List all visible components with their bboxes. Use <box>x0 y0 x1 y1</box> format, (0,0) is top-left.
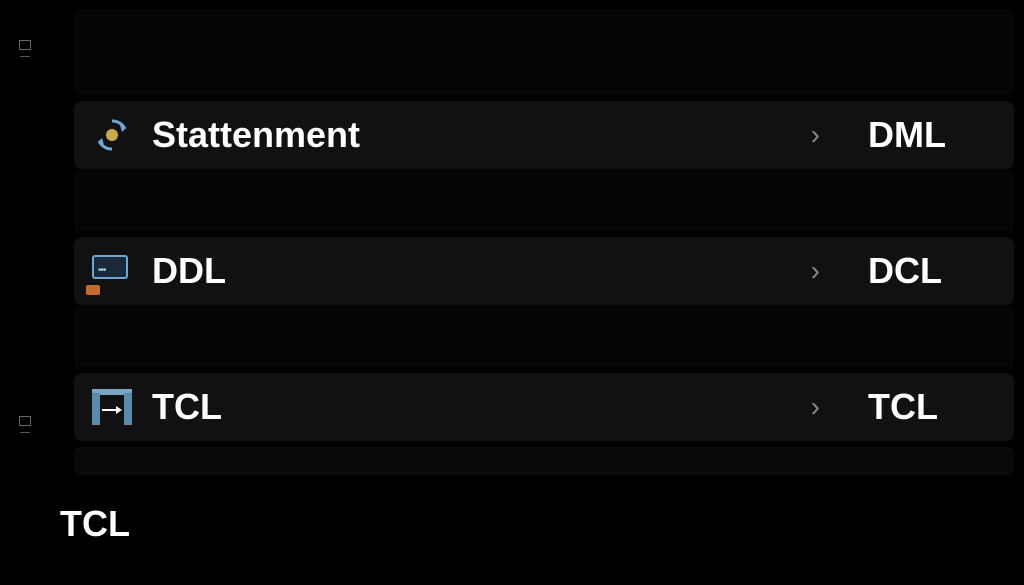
spacer-top <box>74 10 1014 95</box>
row-label: TCL <box>152 386 811 428</box>
gate-icon <box>90 385 134 429</box>
row-value: TCL <box>868 386 998 428</box>
rail-tick <box>20 432 30 433</box>
terminal-icon: ••• <box>90 249 134 293</box>
rail-marker <box>19 40 31 50</box>
row-label: DDL <box>152 250 811 292</box>
rail-marker <box>19 416 31 426</box>
spacer <box>74 305 1014 367</box>
row-statement[interactable]: Stattenment › DML <box>74 101 1014 169</box>
row-label: Stattenment <box>152 114 811 156</box>
row-value: DCL <box>868 250 998 292</box>
chevron-right-icon: › <box>811 391 820 423</box>
spacer <box>74 169 1014 231</box>
rail-tick <box>20 56 30 57</box>
bottom-divider <box>74 447 1014 475</box>
chevron-right-icon: › <box>811 255 820 287</box>
chevron-right-icon: › <box>811 119 820 151</box>
row-value: DML <box>868 114 998 156</box>
row-ddl[interactable]: ••• DDL › DCL <box>74 237 1014 305</box>
refresh-icon <box>90 113 134 157</box>
rail-bottom-group <box>0 416 50 505</box>
main-content: Stattenment › DML ••• DDL › DCL <box>74 10 1014 475</box>
left-rail <box>0 0 50 585</box>
row-tcl[interactable]: TCL › TCL <box>74 373 1014 441</box>
bottom-label: TCL <box>60 503 130 545</box>
